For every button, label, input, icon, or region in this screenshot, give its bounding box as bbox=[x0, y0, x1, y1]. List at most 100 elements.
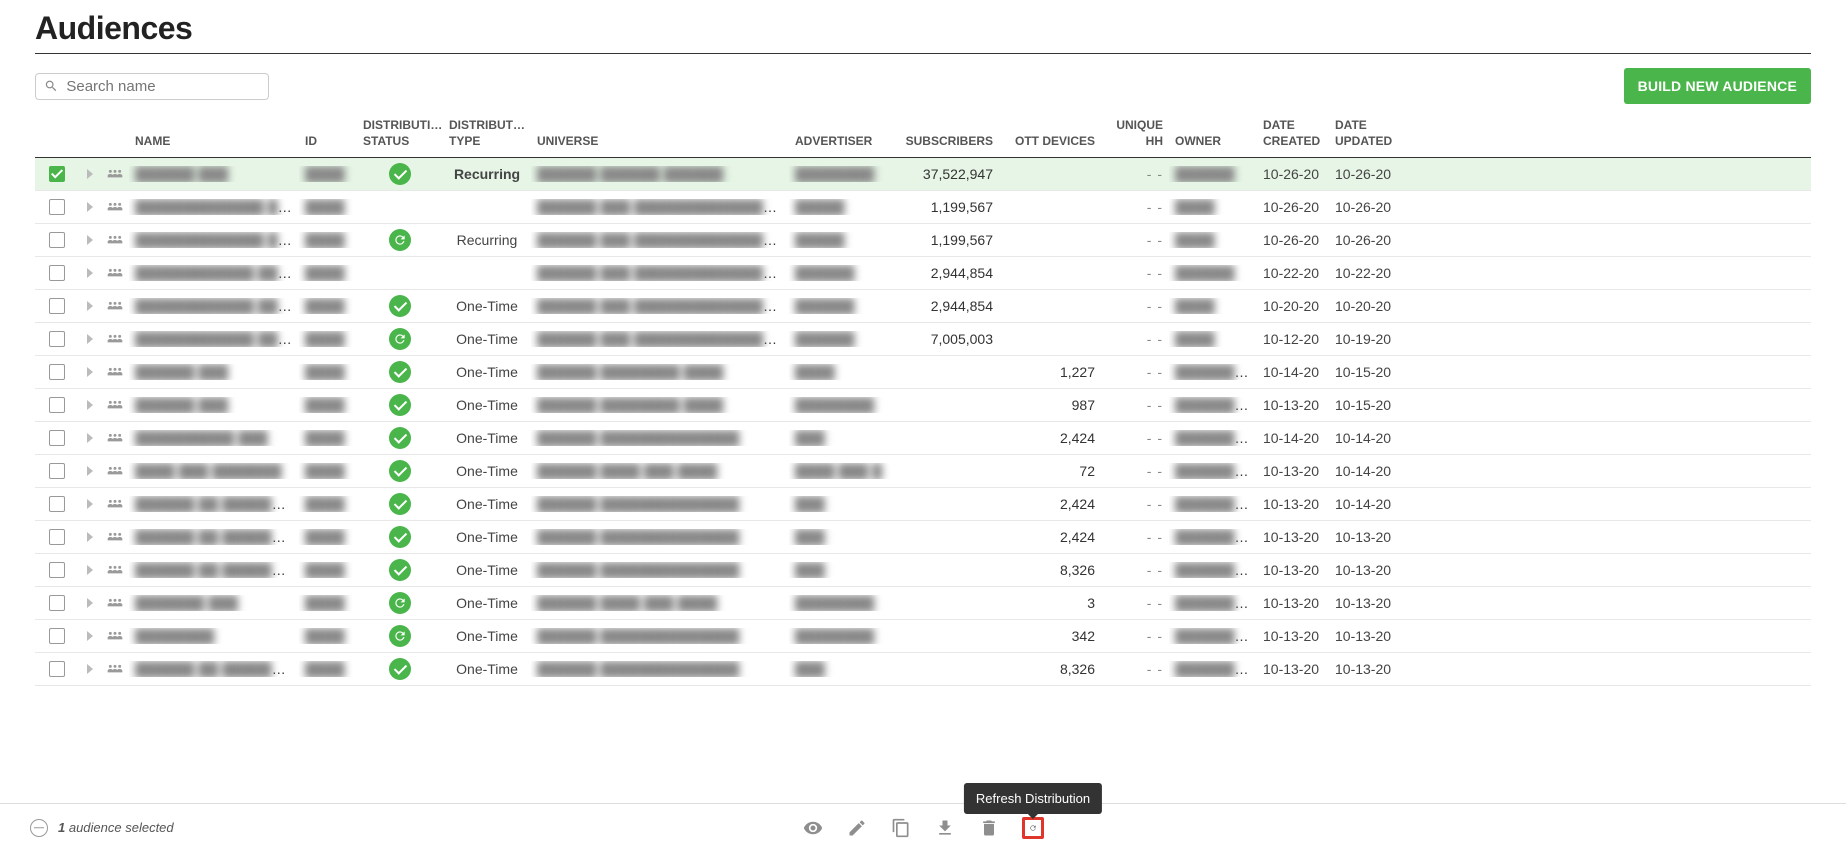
row-checkbox[interactable] bbox=[49, 529, 65, 545]
build-new-audience-button[interactable]: BUILD NEW AUDIENCE bbox=[1624, 68, 1811, 104]
cell-dist-type: One-Time bbox=[443, 496, 531, 512]
cell-advertiser: ███ bbox=[795, 562, 825, 578]
table-row[interactable]: ████████████ ████████One-Time██████ ███ … bbox=[35, 323, 1811, 356]
row-checkbox[interactable] bbox=[49, 298, 65, 314]
table-row[interactable]: ██████ ██ ██████ ██ █████████One-Time███… bbox=[35, 653, 1811, 686]
cell-universe: ██████ ██████████████ bbox=[537, 628, 739, 644]
expand-toggle[interactable] bbox=[79, 598, 101, 608]
expand-toggle[interactable] bbox=[79, 235, 101, 245]
expand-toggle[interactable] bbox=[79, 466, 101, 476]
row-checkbox[interactable] bbox=[49, 166, 65, 182]
table-row[interactable]: ███████ ███████One-Time██████ ████ ███ █… bbox=[35, 587, 1811, 620]
col-dist-status[interactable]: DISTRIBUTI… STATUS bbox=[357, 118, 443, 149]
col-name[interactable]: NAME bbox=[129, 134, 299, 150]
archive-button[interactable] bbox=[934, 817, 956, 839]
cell-date-created: 10-20-20 bbox=[1257, 298, 1329, 314]
deselect-icon[interactable] bbox=[30, 819, 48, 837]
row-checkbox[interactable] bbox=[49, 430, 65, 446]
col-subscribers[interactable]: SUBSCRIBERS bbox=[891, 134, 999, 150]
cell-id: ████ bbox=[305, 232, 345, 248]
cell-advertiser: ████████ bbox=[795, 166, 874, 182]
page-title: Audiences bbox=[35, 10, 1811, 47]
expand-toggle[interactable] bbox=[79, 664, 101, 674]
table-row[interactable]: ██████ ███████One-Time██████ ████████ ██… bbox=[35, 356, 1811, 389]
expand-toggle[interactable] bbox=[79, 268, 101, 278]
row-checkbox[interactable] bbox=[49, 595, 65, 611]
chevron-right-icon bbox=[87, 532, 93, 542]
table-row[interactable]: █████████████ ███████████Recurring██████… bbox=[35, 224, 1811, 257]
cell-date-created: 10-22-20 bbox=[1257, 265, 1329, 281]
row-checkbox[interactable] bbox=[49, 331, 65, 347]
copy-button[interactable] bbox=[890, 817, 912, 839]
col-dist-type[interactable]: DISTRIBUTI… TYPE bbox=[443, 118, 531, 149]
row-checkbox[interactable] bbox=[49, 562, 65, 578]
table-row[interactable]: ████████████ ████ ████ ██████████████ ██… bbox=[35, 257, 1811, 290]
cell-name: ██████████ ███ bbox=[135, 430, 268, 446]
expand-toggle[interactable] bbox=[79, 367, 101, 377]
search-input-wrap[interactable] bbox=[35, 73, 269, 100]
col-date-updated[interactable]: DATE UPDATED bbox=[1329, 118, 1401, 149]
row-checkbox[interactable] bbox=[49, 496, 65, 512]
cell-date-created: 10-14-20 bbox=[1257, 364, 1329, 380]
cell-date-updated: 10-14-20 bbox=[1329, 496, 1401, 512]
cell-dist-type: One-Time bbox=[443, 595, 531, 611]
expand-toggle[interactable] bbox=[79, 565, 101, 575]
col-universe[interactable]: UNIVERSE bbox=[531, 134, 789, 150]
table-row[interactable]: ██████████ ███████One-Time██████ ███████… bbox=[35, 422, 1811, 455]
expand-toggle[interactable] bbox=[79, 400, 101, 410]
expand-toggle[interactable] bbox=[79, 532, 101, 542]
cell-id: ████ bbox=[305, 364, 345, 380]
refresh-distribution-button[interactable]: Refresh Distribution bbox=[1022, 817, 1044, 839]
col-ott[interactable]: OTT DEVICES bbox=[999, 134, 1101, 150]
view-button[interactable] bbox=[802, 817, 824, 839]
row-checkbox[interactable] bbox=[49, 364, 65, 380]
table-row[interactable]: ████████████One-Time██████ █████████████… bbox=[35, 620, 1811, 653]
cell-owner: ████████████ bbox=[1175, 595, 1257, 611]
expand-toggle[interactable] bbox=[79, 433, 101, 443]
table-row[interactable]: ████ ███ ███████████One-Time██████ ████ … bbox=[35, 455, 1811, 488]
row-checkbox[interactable] bbox=[49, 265, 65, 281]
col-date-created[interactable]: DATE CREATED bbox=[1257, 118, 1329, 149]
expand-toggle[interactable] bbox=[79, 202, 101, 212]
search-input[interactable] bbox=[66, 78, 260, 95]
row-checkbox[interactable] bbox=[49, 199, 65, 215]
table-row[interactable]: ██████ ███████Recurring██████ ██████ ███… bbox=[35, 158, 1811, 191]
cell-name: ████ ███ ███████ bbox=[135, 463, 282, 479]
edit-button[interactable] bbox=[846, 817, 868, 839]
col-unique-hh[interactable]: UNIQUE HH bbox=[1101, 118, 1169, 149]
cell-name: ██████ ███ bbox=[135, 166, 228, 182]
expand-toggle[interactable] bbox=[79, 631, 101, 641]
cell-date-updated: 10-14-20 bbox=[1329, 430, 1401, 446]
chevron-right-icon bbox=[87, 301, 93, 311]
cell-advertiser: ███ bbox=[795, 661, 825, 677]
cell-dist-type: One-Time bbox=[443, 463, 531, 479]
expand-toggle[interactable] bbox=[79, 334, 101, 344]
table-row[interactable]: ██████ ███████One-Time██████ ████████ ██… bbox=[35, 389, 1811, 422]
table-row[interactable]: ██████ ██ ██████ ██ ████ ███████One-Time… bbox=[35, 554, 1811, 587]
cell-ott: 2,424 bbox=[999, 529, 1101, 545]
col-id[interactable]: ID bbox=[299, 134, 357, 150]
row-checkbox[interactable] bbox=[49, 232, 65, 248]
expand-toggle[interactable] bbox=[79, 169, 101, 179]
table-row[interactable]: ██████ ██ ██████ ██ ████ ███████One-Time… bbox=[35, 488, 1811, 521]
expand-toggle[interactable] bbox=[79, 499, 101, 509]
row-checkbox[interactable] bbox=[49, 463, 65, 479]
cell-date-created: 10-13-20 bbox=[1257, 595, 1329, 611]
cell-id: ████ bbox=[305, 463, 345, 479]
cell-owner: ████ bbox=[1175, 232, 1215, 248]
table-row[interactable]: ██████ ██ ██████ ██ █████████One-Time███… bbox=[35, 521, 1811, 554]
chevron-right-icon bbox=[87, 400, 93, 410]
cell-advertiser: ████████ bbox=[795, 595, 874, 611]
cell-unique-hh: - - bbox=[1101, 661, 1169, 677]
col-advertiser[interactable]: ADVERTISER bbox=[789, 134, 891, 150]
row-checkbox[interactable] bbox=[49, 628, 65, 644]
cell-dist-type: One-Time bbox=[443, 562, 531, 578]
table-row[interactable]: ████████████ ████ ████████One-Time██████… bbox=[35, 290, 1811, 323]
row-checkbox[interactable] bbox=[49, 661, 65, 677]
row-checkbox[interactable] bbox=[49, 397, 65, 413]
cell-date-updated: 10-15-20 bbox=[1329, 397, 1401, 413]
delete-button[interactable] bbox=[978, 817, 1000, 839]
col-owner[interactable]: OWNER bbox=[1169, 134, 1257, 150]
expand-toggle[interactable] bbox=[79, 301, 101, 311]
table-row[interactable]: █████████████ █████████████████ ███ ████… bbox=[35, 191, 1811, 224]
